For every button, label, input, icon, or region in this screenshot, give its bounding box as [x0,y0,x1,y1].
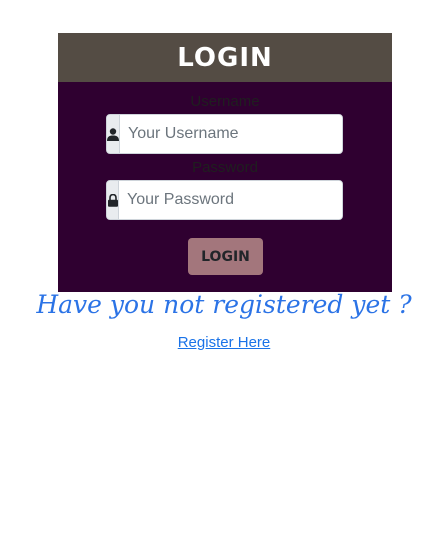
password-input-group [106,180,343,220]
login-header: LOGIN [58,33,392,82]
user-icon [107,115,120,153]
username-input[interactable] [120,115,342,153]
login-button[interactable]: LOGIN [188,238,263,275]
username-label: Username [190,93,260,110]
username-input-group [106,114,343,154]
password-input[interactable] [119,181,342,219]
register-prompt: Have you not registered yet ? [36,290,412,319]
register-link[interactable]: Register Here [0,334,448,351]
lock-icon [107,181,119,219]
password-label: Password [192,159,258,176]
login-card: LOGIN Username Password LOGIN [58,33,392,292]
login-title: LOGIN [177,42,273,73]
